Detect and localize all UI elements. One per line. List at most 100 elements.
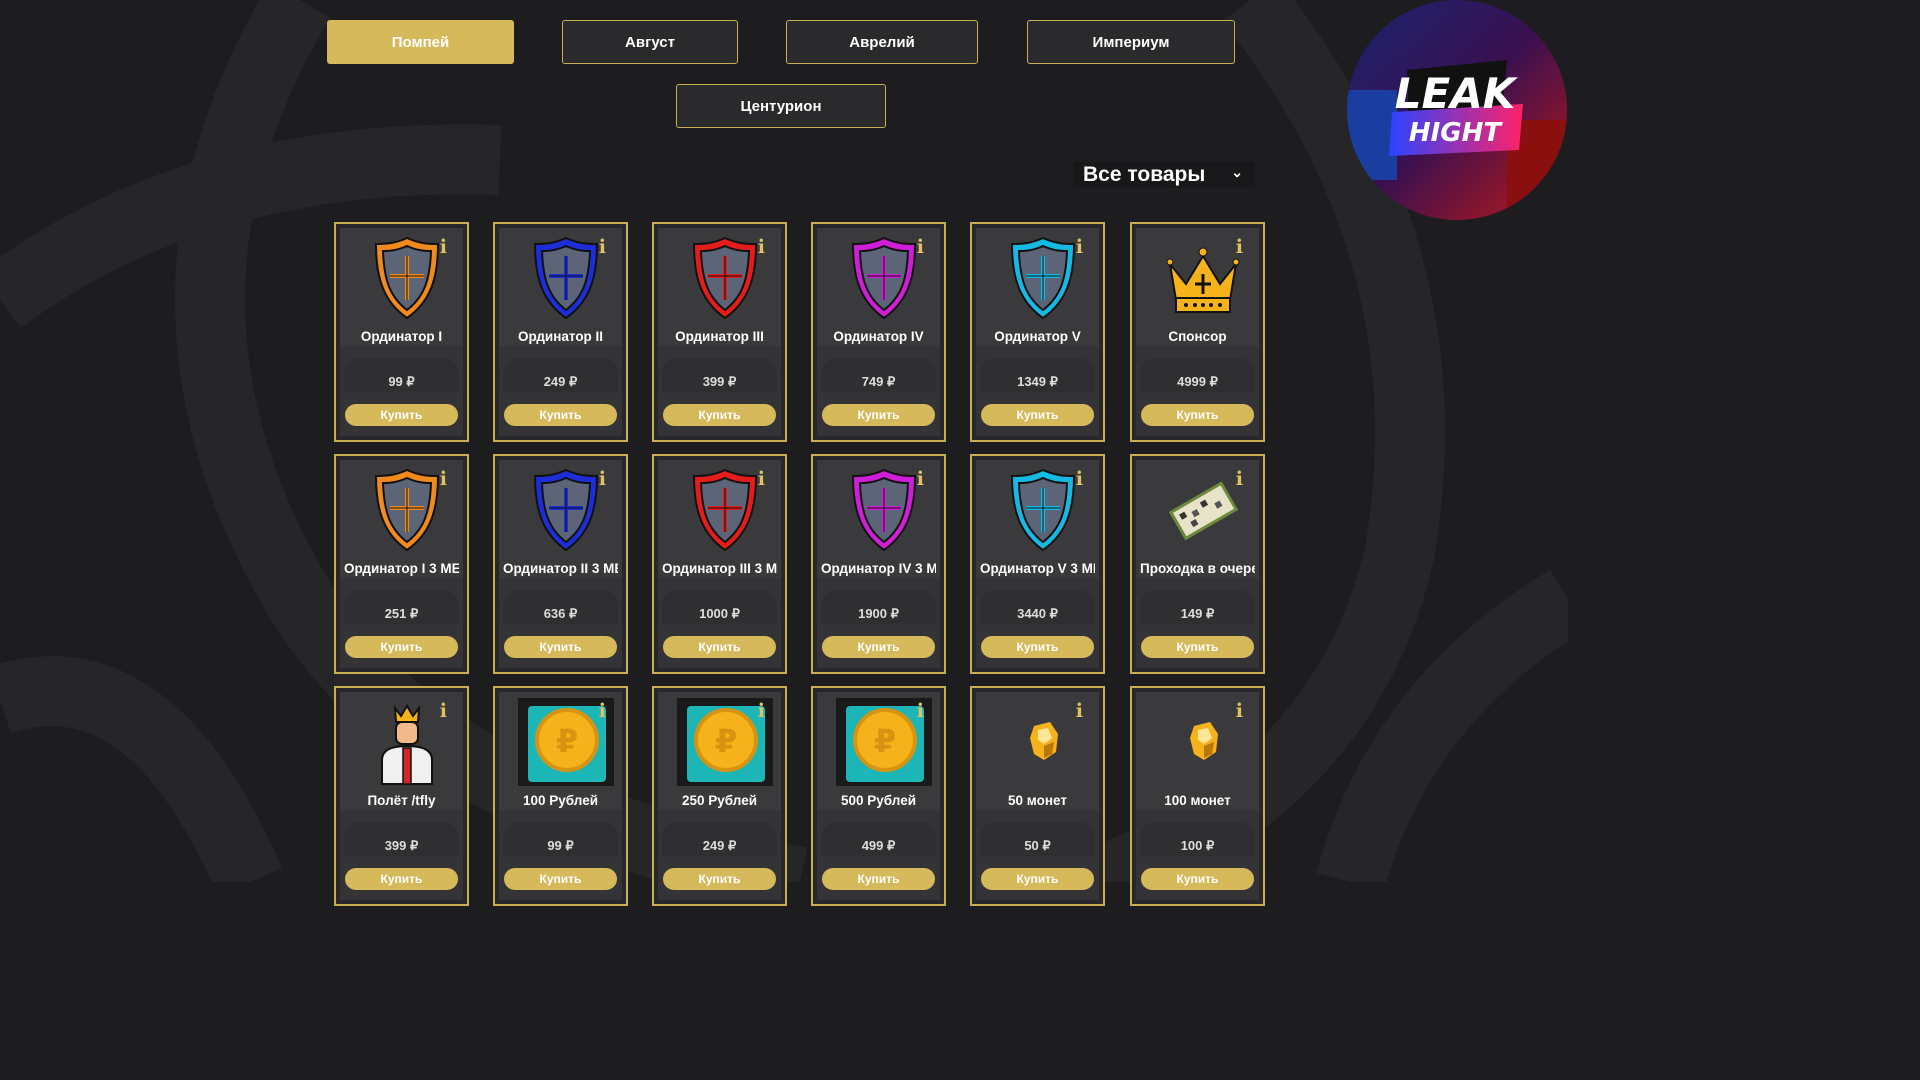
tab-pompey[interactable]: Помпей xyxy=(327,20,514,64)
product-card-body: i Ординатор III 3 М 1000 ₽ Купить xyxy=(658,460,781,668)
product-price: 636 ₽ xyxy=(543,606,578,621)
info-icon[interactable]: i xyxy=(599,468,606,490)
info-icon[interactable]: i xyxy=(440,236,447,258)
buy-button[interactable]: Купить xyxy=(822,404,935,426)
product-card: i Ординатор III 399 ₽ Купить xyxy=(652,222,787,442)
info-icon[interactable]: i xyxy=(1076,236,1083,258)
product-name: Ординатор II 3 МЕ xyxy=(503,561,618,576)
buy-button[interactable]: Купить xyxy=(504,404,617,426)
product-card: i Ординатор II 3 МЕ 636 ₽ Купить xyxy=(493,454,628,674)
product-price: 499 ₽ xyxy=(861,838,896,853)
product-card: i Ординатор V 1349 ₽ Купить xyxy=(970,222,1105,442)
product-card: i Ординатор II 249 ₽ Купить xyxy=(493,222,628,442)
buy-button[interactable]: Купить xyxy=(663,636,776,658)
product-name: Ординатор V 3 МЕ xyxy=(980,561,1095,576)
product-name: 50 монет xyxy=(1008,793,1067,808)
buy-button[interactable]: Купить xyxy=(663,868,776,890)
buy-button[interactable]: Купить xyxy=(981,636,1094,658)
product-card: i Ординатор IV 749 ₽ Купить xyxy=(811,222,946,442)
product-price: 749 ₽ xyxy=(861,374,896,389)
product-card: i Проходка в очере 149 ₽ Купить xyxy=(1130,454,1265,674)
buy-button[interactable]: Купить xyxy=(345,636,458,658)
product-price: 1000 ₽ xyxy=(699,606,740,621)
tab-aurelius[interactable]: Аврелий xyxy=(786,20,978,64)
product-card-body: ₽ i 250 Рублей 249 ₽ Купить xyxy=(658,692,781,900)
info-icon[interactable]: i xyxy=(1076,468,1083,490)
info-icon[interactable]: i xyxy=(440,468,447,490)
product-name: 500 Рублей xyxy=(841,793,916,808)
product-card-body: i 50 монет 50 ₽ Купить xyxy=(976,692,1099,900)
info-icon[interactable]: i xyxy=(1236,236,1243,258)
buy-button[interactable]: Купить xyxy=(1141,868,1254,890)
ruble-coin-icon: ₽ xyxy=(836,698,932,786)
product-card-body: i 100 монет 100 ₽ Купить xyxy=(1136,692,1259,900)
svg-text:₽: ₽ xyxy=(556,722,578,760)
leak-hight-logo: LEAK HIGHT xyxy=(1347,0,1567,220)
buy-button[interactable]: Купить xyxy=(345,868,458,890)
buy-button[interactable]: Купить xyxy=(822,636,935,658)
gold-nugget-icon xyxy=(1164,698,1242,786)
product-name: Спонсор xyxy=(1168,329,1227,344)
product-card-body: i Ординатор III 399 ₽ Купить xyxy=(658,228,781,436)
info-icon[interactable]: i xyxy=(440,700,447,722)
info-icon[interactable]: i xyxy=(917,700,924,722)
product-card-body: i Ординатор IV 3 М 1900 ₽ Купить xyxy=(817,460,940,668)
king-person-icon xyxy=(368,698,446,786)
product-name: Проходка в очере xyxy=(1140,561,1255,576)
product-price: 99 ₽ xyxy=(388,374,415,389)
product-name: Ординатор II xyxy=(517,329,604,344)
info-icon[interactable]: i xyxy=(1236,700,1243,722)
product-card-body: i Ординатор V 1349 ₽ Купить xyxy=(976,228,1099,436)
buy-button[interactable]: Купить xyxy=(1141,636,1254,658)
buy-button[interactable]: Купить xyxy=(663,404,776,426)
tab-centurion[interactable]: Центурион xyxy=(676,84,886,128)
product-card: ₽ i 250 Рублей 249 ₽ Купить xyxy=(652,686,787,906)
buy-button[interactable]: Купить xyxy=(822,868,935,890)
buy-button[interactable]: Купить xyxy=(504,868,617,890)
buy-button[interactable]: Купить xyxy=(981,404,1094,426)
product-price: 100 ₽ xyxy=(1180,838,1215,853)
product-price: 149 ₽ xyxy=(1180,606,1215,621)
product-card: ₽ i 100 Рублей 99 ₽ Купить xyxy=(493,686,628,906)
info-icon[interactable]: i xyxy=(1076,700,1083,722)
buy-button[interactable]: Купить xyxy=(345,404,458,426)
shield-blue-icon xyxy=(527,466,605,554)
product-card-body: ₽ i 500 Рублей 499 ₽ Купить xyxy=(817,692,940,900)
tab-august[interactable]: Август xyxy=(562,20,738,64)
product-price: 50 ₽ xyxy=(1024,838,1051,853)
info-icon[interactable]: i xyxy=(758,236,765,258)
product-card-body: i Спонсор 4999 ₽ Купить xyxy=(1136,228,1259,436)
info-icon[interactable]: i xyxy=(917,468,924,490)
product-card-body: i Полёт /tfly 399 ₽ Купить xyxy=(340,692,463,900)
product-card-body: ₽ i 100 Рублей 99 ₽ Купить xyxy=(499,692,622,900)
shield-blue-icon xyxy=(527,234,605,322)
crown-icon xyxy=(1164,234,1242,322)
product-name: Ординатор III xyxy=(675,329,764,344)
product-price: 399 ₽ xyxy=(702,374,737,389)
buy-button[interactable]: Купить xyxy=(981,868,1094,890)
product-price: 399 ₽ xyxy=(384,838,419,853)
info-icon[interactable]: i xyxy=(1236,468,1243,490)
shield-cyan-icon xyxy=(1004,466,1082,554)
product-card: i Ординатор IV 3 М 1900 ₽ Купить xyxy=(811,454,946,674)
tab-imperium[interactable]: Империум xyxy=(1027,20,1235,64)
product-name: Ординатор IV 3 М xyxy=(821,561,936,576)
product-card: i Ординатор V 3 МЕ 3440 ₽ Купить xyxy=(970,454,1105,674)
ruble-coin-icon: ₽ xyxy=(677,698,773,786)
logo-text-hight: HIGHT xyxy=(1409,118,1504,148)
buy-button[interactable]: Купить xyxy=(1141,404,1254,426)
product-card-body: i Ординатор V 3 МЕ 3440 ₽ Купить xyxy=(976,460,1099,668)
product-name: 100 монет xyxy=(1164,793,1231,808)
shield-cyan-icon xyxy=(1004,234,1082,322)
shield-orange-icon xyxy=(368,234,446,322)
product-name: Ординатор III 3 М xyxy=(662,561,777,576)
ruble-coin-icon: ₽ xyxy=(518,698,614,786)
info-icon[interactable]: i xyxy=(917,236,924,258)
buy-button[interactable]: Купить xyxy=(504,636,617,658)
info-icon[interactable]: i xyxy=(758,468,765,490)
product-card: i Ординатор I 99 ₽ Купить xyxy=(334,222,469,442)
info-icon[interactable]: i xyxy=(758,700,765,722)
info-icon[interactable]: i xyxy=(599,700,606,722)
category-filter-select[interactable]: Все товары ⌄ xyxy=(1073,162,1255,188)
info-icon[interactable]: i xyxy=(599,236,606,258)
